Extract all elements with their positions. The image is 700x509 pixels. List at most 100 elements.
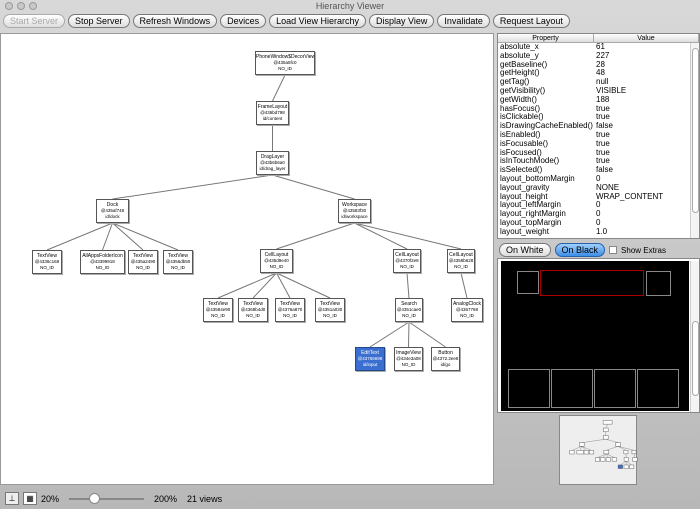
value-header[interactable]: Value [594, 34, 699, 42]
view-node[interactable]: TextView @4368b4d0 NO_ID [238, 298, 268, 322]
node-id: NO_ID [460, 313, 474, 318]
property-name: layout_gravity [500, 183, 550, 192]
tree-edge [633, 453, 636, 458]
tree-edge [112, 174, 273, 200]
property-name: layout_rightMargin [500, 210, 566, 219]
property-header[interactable]: Property [498, 34, 594, 42]
stop-server-button[interactable]: Stop Server [68, 14, 130, 28]
view-node[interactable]: TextView @43584e90 NO_ID [203, 298, 233, 322]
grid-view-icon[interactable]: ▦ [23, 492, 37, 505]
properties-scrollbar[interactable] [690, 43, 699, 238]
tree-edge [354, 222, 408, 250]
node-id: NO_ID [402, 313, 416, 318]
mini-node [603, 450, 610, 455]
mini-node [595, 457, 601, 462]
node-id: NO_ID [400, 264, 414, 269]
tree-edge [276, 272, 291, 299]
view-node[interactable]: TextView @4376a870 NO_ID [275, 298, 305, 322]
mini-node [615, 442, 621, 447]
view-node[interactable]: EditText @43765698 id/input [355, 347, 385, 371]
tree-edge [617, 446, 626, 451]
on-black-button[interactable]: On Black [554, 243, 606, 257]
zoom-button[interactable] [29, 2, 37, 10]
minimize-button[interactable] [17, 2, 25, 10]
property-name: getVisibility() [500, 86, 546, 95]
view-node[interactable]: Dock @435af748 id/dock [96, 199, 129, 223]
mini-node [617, 464, 623, 469]
view-node[interactable]: Search @4351cae0 NO_ID [395, 298, 423, 322]
view-node[interactable]: CellLayout @4370f2e8 NO_ID [393, 249, 421, 273]
tree-edge [276, 222, 355, 250]
refresh-windows-button[interactable]: Refresh Windows [132, 14, 218, 28]
load-view-hierarchy-button[interactable]: Load View Hierarchy [269, 14, 366, 28]
display-view-button[interactable]: Display View [368, 14, 435, 28]
start-server-button[interactable]: Start Server [3, 14, 66, 28]
view-node[interactable]: TextView @435a2490 NO_ID [128, 250, 158, 274]
tree-edge [626, 461, 632, 466]
node-id: NO_ID [136, 265, 150, 270]
property-name: isSelected() [500, 166, 543, 175]
property-name: layout_bottomMargin [500, 174, 575, 183]
hierarchy-canvas[interactable]: PhoneWindow$DecorView @435a5fc0 NO_ID Frame… [0, 33, 494, 485]
zoom-slider[interactable] [69, 492, 145, 504]
mini-node [603, 427, 609, 432]
show-extras-checkbox[interactable] [609, 246, 618, 254]
mini-node [629, 464, 635, 469]
mini-node [623, 464, 629, 469]
property-value: 1.0 [596, 226, 608, 236]
property-name: isClickable() [500, 113, 544, 122]
view-count: 21 views [187, 493, 223, 504]
on-white-button[interactable]: On White [499, 243, 551, 257]
zoom-slider-knob[interactable] [89, 492, 101, 504]
mini-node [583, 450, 589, 455]
node-id: NO_ID [283, 313, 297, 318]
property-name: getHeight() [500, 69, 540, 78]
node-id: id/dock [105, 214, 120, 219]
node-id: id/input [362, 362, 378, 367]
node-id: id/workspace [341, 214, 368, 219]
tree-view-icon[interactable]: ⊥ [5, 492, 19, 505]
node-id: NO_ID [95, 265, 110, 270]
tree-edge [217, 272, 277, 299]
view-node[interactable]: TextView @4336c168 NO_ID [32, 250, 62, 274]
devices-button[interactable]: Devices [220, 14, 267, 28]
mini-node [631, 450, 637, 455]
tree-edge [408, 321, 410, 348]
view-node[interactable]: AnalogClock @4367768 NO_ID [451, 298, 483, 322]
request-layout-button[interactable]: Request Layout [492, 14, 570, 28]
view-node[interactable]: Workspace @43583f30 id/workspace [338, 199, 371, 223]
mini-node [632, 457, 638, 462]
node-id: NO_ID [246, 313, 260, 318]
tree-edge [112, 222, 144, 251]
node-id: id/go [440, 362, 451, 367]
property-row[interactable]: layout_weight 1.0 [498, 226, 699, 237]
property-name: layout_topMargin [500, 218, 562, 227]
node-id: NO_ID [211, 313, 225, 318]
property-name: absolute_x [500, 43, 539, 51]
tree-edge [581, 438, 606, 443]
node-id: NO_ID [454, 264, 468, 269]
mini-node [605, 457, 611, 462]
view-node[interactable]: ImageView @434e3a08 NO_ID [394, 347, 423, 371]
view-node[interactable]: CellLayout @4356b628 NO_ID [447, 249, 475, 273]
zoom-max-label: 200% [154, 493, 178, 504]
view-node[interactable]: TextView @4351a030 NO_ID [315, 298, 345, 322]
view-node[interactable]: FrameLayout @436bd798 id/content [256, 101, 289, 125]
close-button[interactable] [5, 2, 13, 10]
view-node[interactable]: CellLayout @435d9e40 NO_ID [260, 249, 293, 273]
tree-edge [276, 272, 331, 299]
tree-edge [272, 174, 355, 200]
view-node[interactable]: TextView @4356db50 NO_ID [163, 250, 193, 274]
view-node[interactable]: PhoneWindow$DecorView @435a5fc0 NO_ID [255, 51, 315, 75]
node-id: NO_ID [40, 265, 54, 270]
preview-scrollbar[interactable] [690, 261, 699, 412]
invalidate-button[interactable]: Invalidate [437, 14, 490, 28]
view-node[interactable]: AllAppsFolderIcon @43399918 NO_ID [80, 250, 125, 274]
view-node[interactable]: DragLayer @43b6b6a0 id/drag_layer [256, 151, 289, 175]
tree-overview[interactable] [559, 415, 638, 485]
view-node[interactable]: Button @4372.2ee8 id/go [431, 347, 460, 371]
property-name: layout_height [500, 192, 548, 201]
property-value: WRAP_CONTENT [596, 191, 664, 201]
tree-edge [252, 272, 277, 299]
tree-edge [408, 321, 446, 348]
